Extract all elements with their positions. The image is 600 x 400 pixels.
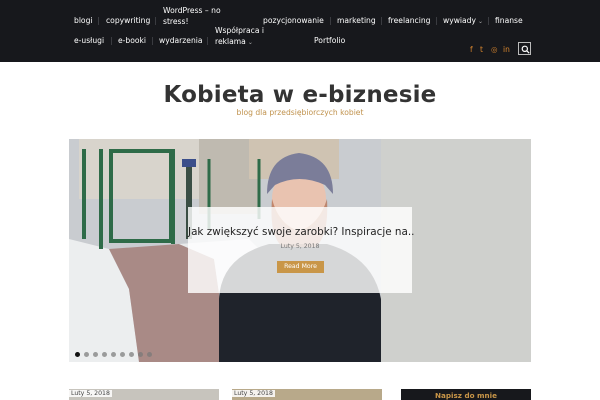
slide-caption-box — [188, 207, 412, 293]
read-more-button[interactable]: Read More — [277, 261, 324, 273]
nav-item-freelancing[interactable]: freelancing — [388, 15, 430, 26]
facebook-icon[interactable]: f — [470, 45, 473, 54]
widget-title: Napisz do mnie — [435, 391, 497, 400]
slider-dot[interactable] — [129, 352, 134, 357]
site-tagline: blog dla przedsiębiorczych kobiet — [236, 108, 364, 117]
slider-dot[interactable] — [111, 352, 116, 357]
nav-separator — [330, 17, 331, 25]
nav-item-marketing[interactable]: marketing — [337, 15, 376, 26]
top-navigation-bar: blogi copywriting WordPress – no stress!… — [0, 0, 600, 62]
post-card-date: Luty 5, 2018 — [232, 390, 275, 397]
nav-item-finanse[interactable]: finanse — [495, 15, 523, 26]
linkedin-icon[interactable]: in — [503, 45, 510, 54]
nav-item-wywiady-label: wywiady — [443, 16, 476, 25]
nav-separator — [98, 17, 99, 25]
search-button[interactable] — [518, 42, 531, 55]
nav-item-wspolpraca-line2: reklama — [215, 37, 246, 46]
slide-title[interactable]: Jak zwiększyć swoje zarobki? Inspiracje … — [188, 226, 414, 238]
slider-dot[interactable] — [84, 352, 89, 357]
slider-dot[interactable] — [93, 352, 98, 357]
site-title[interactable]: Kobieta w e-biznesie — [0, 82, 600, 108]
nav-separator — [111, 37, 112, 45]
nav-item-wspolpraca-line1: Współpraca i — [215, 26, 265, 35]
slider-dot[interactable] — [75, 352, 80, 357]
nav-separator — [436, 17, 437, 25]
nav-item-portfolio[interactable]: Portfolio — [314, 35, 345, 46]
nav-separator — [155, 17, 156, 25]
nav-item-wydarzenia[interactable]: wydarzenia — [159, 35, 203, 46]
post-card-date: Luty 5, 2018 — [69, 390, 112, 397]
search-icon — [521, 45, 530, 54]
nav-separator — [381, 17, 382, 25]
nav-item-wordpress-line2: stress! — [163, 17, 189, 26]
chevron-down-icon: ⌄ — [247, 39, 253, 46]
nav-separator — [152, 37, 153, 45]
nav-item-wywiady[interactable]: wywiady ⌄ — [443, 15, 483, 27]
nav-item-blogi[interactable]: blogi — [74, 15, 93, 26]
slider-dot[interactable] — [120, 352, 125, 357]
slider-dot[interactable] — [147, 352, 152, 357]
nav-item-wspolpraca[interactable]: Współpraca i reklama ⌄ — [215, 25, 264, 48]
instagram-icon[interactable]: ◎ — [491, 45, 498, 54]
nav-separator — [207, 37, 208, 45]
slider-dot[interactable] — [102, 352, 107, 357]
nav-item-e-uslugi[interactable]: e-usługi — [74, 35, 104, 46]
slide-date: Luty 5, 2018 — [280, 243, 320, 250]
slider-dot[interactable] — [138, 352, 143, 357]
nav-item-e-booki[interactable]: e-booki — [118, 35, 146, 46]
nav-item-wordpress-line1: WordPress – no — [163, 6, 221, 15]
nav-item-pozycjonowanie[interactable]: pozycjonowanie — [263, 15, 324, 26]
nav-item-wordpress[interactable]: WordPress – no stress! — [163, 5, 221, 27]
chevron-down-icon: ⌄ — [478, 18, 484, 25]
nav-item-copywriting[interactable]: copywriting — [106, 15, 150, 26]
twitter-icon[interactable]: t — [480, 45, 483, 54]
nav-separator — [488, 17, 489, 25]
